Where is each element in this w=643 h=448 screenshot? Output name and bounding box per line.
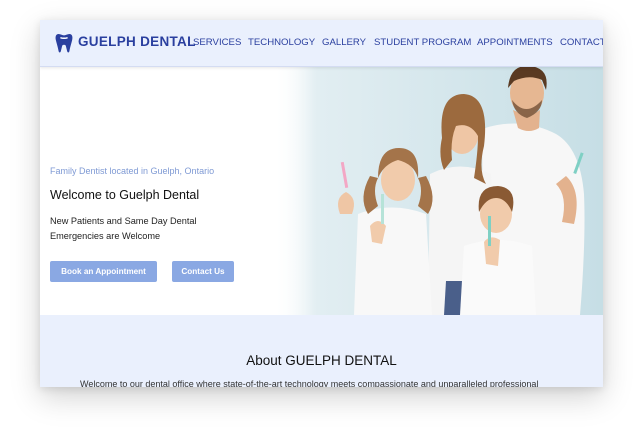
- hero-subtitle-line-1: New Patients and Same Day Dental: [50, 216, 197, 226]
- hero-subtitle-line-2: Emergencies are Welcome: [50, 231, 161, 241]
- nav-contact[interactable]: CONTACT: [560, 37, 603, 48]
- hero-title: Welcome to Guelph Dental: [50, 188, 200, 202]
- tooth-icon[interactable]: [55, 32, 73, 54]
- site-header: GUELPH DENTAL SERVICES TECHNOLOGY GALLER…: [40, 20, 603, 67]
- brand-name[interactable]: GUELPH DENTAL: [78, 34, 196, 49]
- contact-us-button[interactable]: Contact Us: [172, 261, 234, 282]
- browser-viewport: GUELPH DENTAL SERVICES TECHNOLOGY GALLER…: [40, 20, 603, 387]
- hero-section: Family Dentist located in Guelph, Ontari…: [40, 66, 603, 315]
- nav-appointments[interactable]: APPOINTMENTS: [477, 37, 553, 48]
- nav-gallery[interactable]: GALLERY: [322, 37, 366, 48]
- nav-student-program[interactable]: STUDENT PROGRAM: [374, 37, 471, 48]
- nav-technology[interactable]: TECHNOLOGY: [248, 37, 315, 48]
- about-title: About GUELPH DENTAL: [246, 353, 397, 368]
- hero-tagline: Family Dentist located in Guelph, Ontari…: [50, 166, 215, 176]
- book-appointment-button[interactable]: Book an Appointment: [50, 261, 157, 282]
- nav-services[interactable]: SERVICES: [193, 37, 241, 48]
- family-photo: [274, 66, 603, 315]
- about-text: Welcome to our dental office where state…: [80, 379, 539, 387]
- about-section: About GUELPH DENTAL Welcome to our denta…: [40, 315, 603, 387]
